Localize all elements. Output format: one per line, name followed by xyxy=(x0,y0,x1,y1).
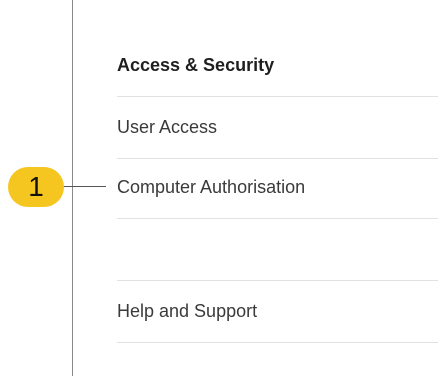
settings-menu-panel: Access & Security User Access Computer A… xyxy=(72,0,447,376)
menu-item-help-and-support[interactable]: Help and Support xyxy=(117,281,438,343)
menu-item-empty xyxy=(117,219,438,281)
menu-item-label: Computer Authorisation xyxy=(117,177,306,197)
callout-badge: 1 xyxy=(8,167,64,207)
menu-item-label: Help and Support xyxy=(117,301,258,321)
callout-number: 1 xyxy=(28,171,44,202)
callout-leader-line xyxy=(62,186,106,187)
menu-item-user-access[interactable]: User Access xyxy=(117,97,438,159)
section-header-access-security: Access & Security xyxy=(117,35,438,97)
menu-item-computer-authorisation[interactable]: Computer Authorisation xyxy=(117,157,438,219)
menu-item-label: User Access xyxy=(117,117,218,137)
section-header-label: Access & Security xyxy=(117,55,275,75)
